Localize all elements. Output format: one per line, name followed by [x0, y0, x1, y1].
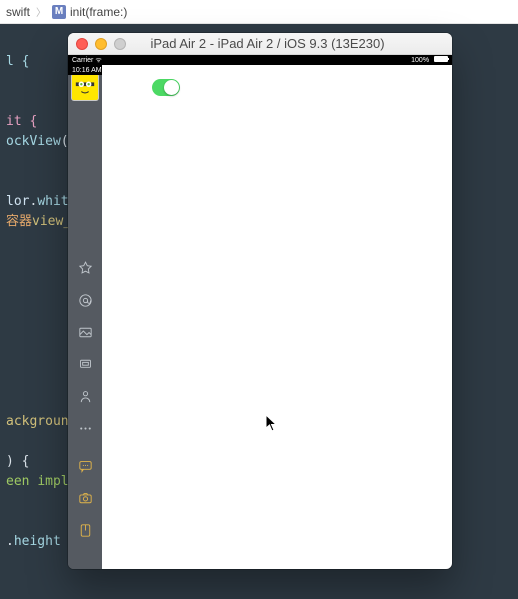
- close-button[interactable]: [76, 38, 88, 50]
- ios-statusbar: Carrier ᯤ 100% 10:16 AM: [68, 55, 452, 65]
- code-line: ackground: [6, 414, 76, 429]
- star-icon[interactable]: [76, 259, 94, 277]
- image-icon[interactable]: [76, 323, 94, 341]
- chat-icon[interactable]: [76, 457, 94, 475]
- at-icon[interactable]: [76, 291, 94, 309]
- code-token: impl: [37, 474, 68, 489]
- code-token: lor: [6, 194, 29, 209]
- simulator-title: iPad Air 2 - iPad Air 2 / iOS 9.3 (13E23…: [91, 36, 444, 51]
- code-token: ockView: [6, 134, 61, 149]
- dock-sidebar: [68, 65, 102, 569]
- simulator-screen: Carrier ᯤ 100% 10:16 AM: [68, 55, 452, 569]
- code-token: height: [14, 534, 61, 549]
- code-line: l {: [6, 54, 29, 69]
- simulator-titlebar[interactable]: iPad Air 2 - iPad Air 2 / iOS 9.3 (13E23…: [68, 33, 452, 55]
- content-area[interactable]: [102, 65, 452, 569]
- carrier-label: Carrier: [72, 57, 93, 64]
- code-token: 容器: [6, 214, 32, 229]
- dots-icon[interactable]: [76, 419, 94, 437]
- switch-toggle[interactable]: [152, 79, 180, 96]
- code-token: whit: [37, 194, 68, 209]
- person-icon[interactable]: [76, 387, 94, 405]
- breadcrumb-file[interactable]: swift: [6, 5, 30, 19]
- method-icon: M: [52, 5, 66, 19]
- code-token: .: [6, 534, 14, 549]
- battery-icon: [434, 56, 448, 62]
- breadcrumb: swift M init(frame:): [0, 0, 518, 24]
- code-line: it {: [6, 114, 37, 129]
- switch-knob: [164, 80, 179, 95]
- code-line: ) {: [6, 454, 29, 469]
- avatar[interactable]: [71, 73, 99, 101]
- breadcrumb-method[interactable]: init(frame:): [70, 5, 127, 19]
- screen-icon[interactable]: [76, 355, 94, 373]
- simulator-window: iPad Air 2 - iPad Air 2 / iOS 9.3 (13E23…: [68, 33, 452, 569]
- wifi-icon: ᯤ: [95, 57, 101, 64]
- camera-icon[interactable]: [76, 489, 94, 507]
- note-icon[interactable]: [76, 521, 94, 539]
- battery-pct: 100%: [411, 57, 429, 64]
- app-area: [68, 65, 452, 569]
- breadcrumb-separator-icon: [34, 4, 48, 19]
- minion-icon: [74, 76, 96, 98]
- code-token: een: [6, 474, 37, 489]
